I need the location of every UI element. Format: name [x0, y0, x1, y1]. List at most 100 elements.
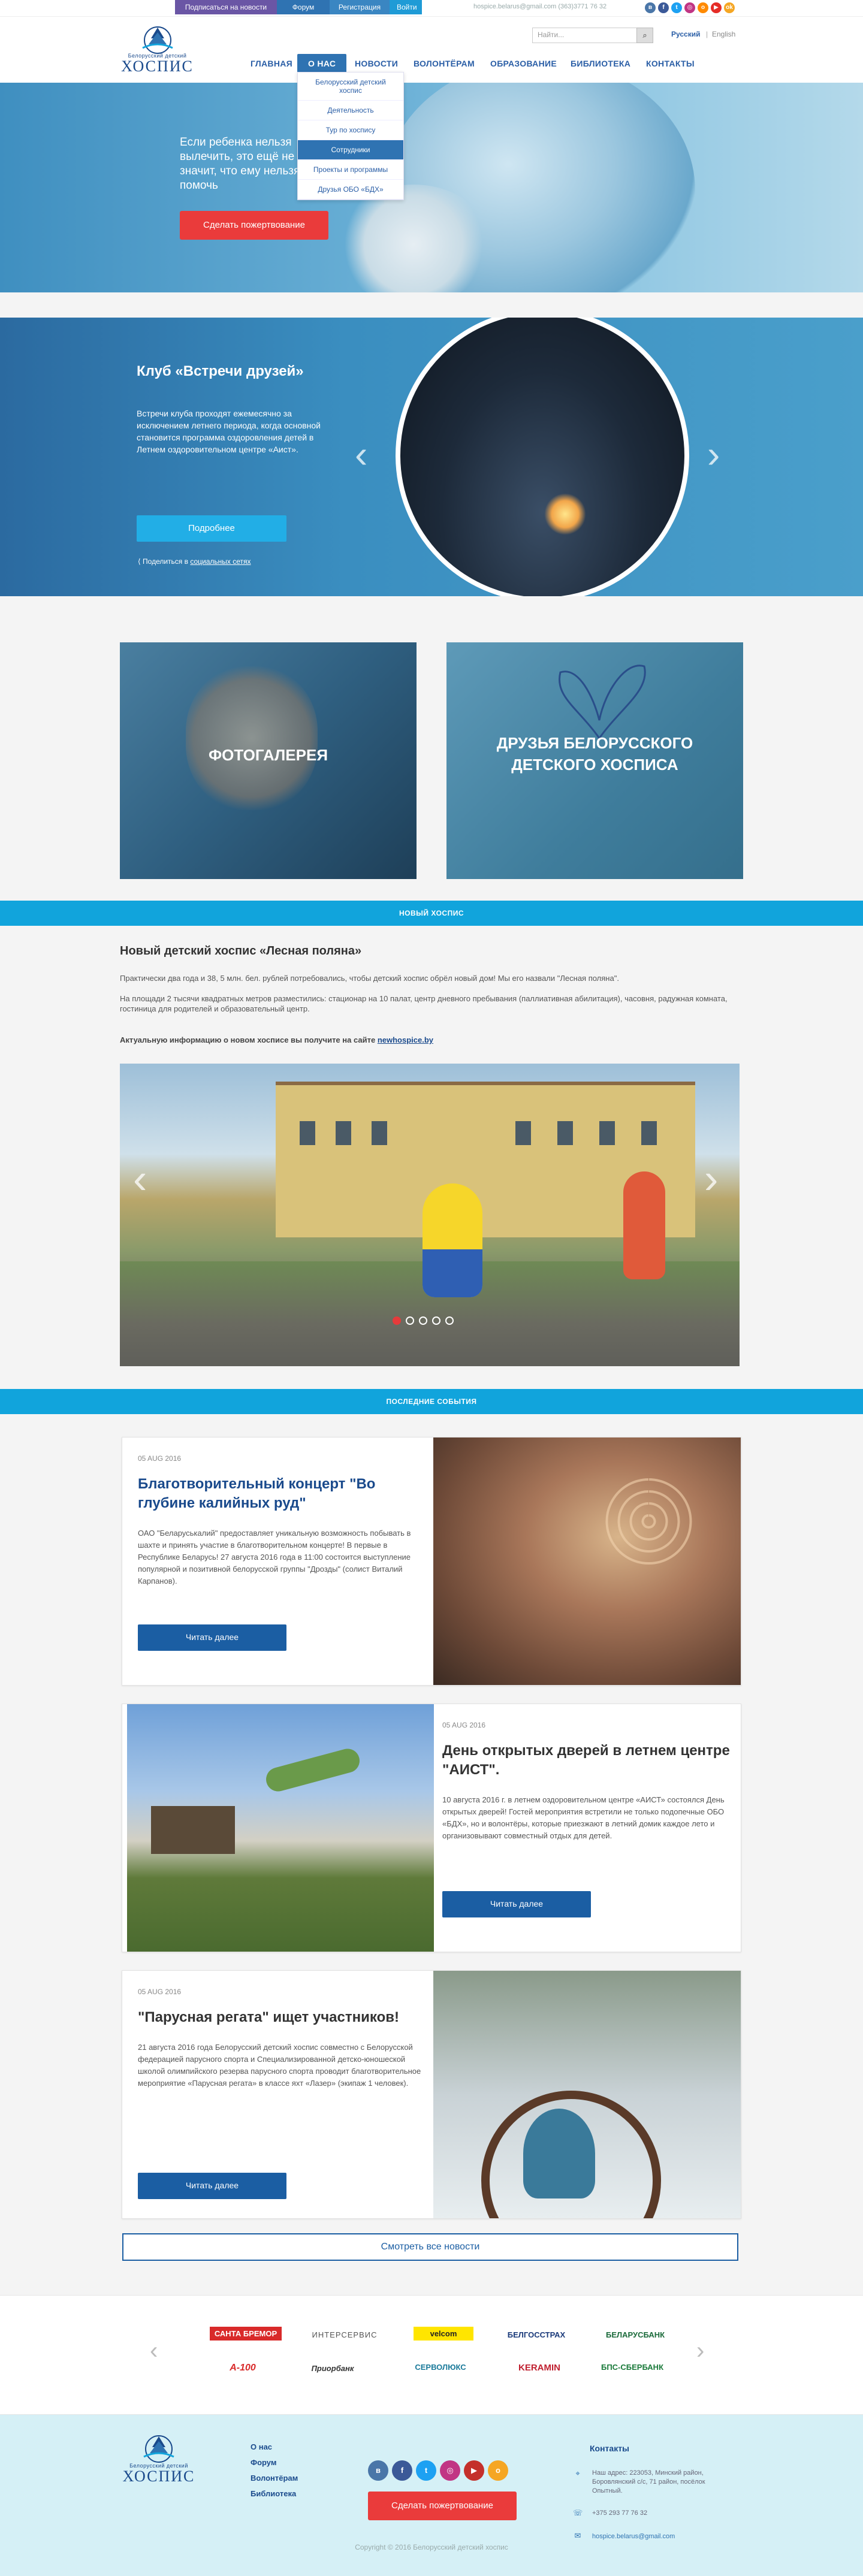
- club-more-button[interactable]: Подробнее: [137, 515, 286, 542]
- footer-link-library[interactable]: Библиотека: [251, 2489, 296, 2498]
- read-more-button[interactable]: Читать далее: [138, 2173, 286, 2199]
- butterfly-icon: [559, 665, 646, 739]
- dropdown-item-active[interactable]: Сотрудники: [298, 140, 403, 160]
- partners-next-icon[interactable]: ›: [696, 2338, 704, 2364]
- twitter-icon[interactable]: t: [671, 2, 682, 13]
- odnoklassniki-icon[interactable]: о: [488, 2460, 508, 2481]
- partner-logo[interactable]: Приорбанк: [300, 2364, 366, 2373]
- slider-dot[interactable]: [432, 1316, 440, 1325]
- lang-ru[interactable]: Русский: [671, 30, 701, 38]
- news-title[interactable]: День открытых дверей в летнем центре "АИ…: [442, 1741, 730, 1780]
- copyright: Copyright © 2016 Белорусский детский хос…: [355, 2543, 508, 2551]
- photo-prev-icon[interactable]: ‹: [133, 1158, 147, 1200]
- news-body: 21 августа 2016 года Белорусский детский…: [138, 2043, 421, 2088]
- news-title[interactable]: "Парусная регата" ищет участников!: [138, 2008, 426, 2027]
- vk-icon[interactable]: в: [645, 2, 656, 13]
- partner-logo[interactable]: СЕРВОЛЮКС: [402, 2363, 479, 2372]
- read-more-button[interactable]: Читать далее: [442, 1891, 591, 1917]
- slider-dot[interactable]: [393, 1316, 401, 1325]
- logo-emblem-icon: [143, 2435, 174, 2463]
- photogallery-label: Фотогалерея: [208, 746, 328, 764]
- slider-prev-icon[interactable]: ‹: [355, 435, 367, 473]
- facebook-icon[interactable]: f: [658, 2, 669, 13]
- phone-icon: ☏: [573, 2508, 583, 2517]
- footer-phone: +375 293 77 76 32: [592, 2509, 648, 2517]
- vk-icon[interactable]: в: [368, 2460, 388, 2481]
- dropdown-item[interactable]: Белорусский детский хоспис: [298, 73, 403, 101]
- nav-volunteers[interactable]: Волонтёрам: [414, 54, 475, 73]
- forum-link[interactable]: Форум: [277, 0, 330, 14]
- minion-costume: [423, 1183, 482, 1297]
- twitter-icon[interactable]: t: [416, 2460, 436, 2481]
- footer-logo[interactable]: Белорусский детский ХОСПИС: [120, 2433, 198, 2487]
- newhospice-site-line: Актуальную информацию о новом хосписе вы…: [120, 1035, 743, 1045]
- dropdown-item[interactable]: Тур по хоспису: [298, 120, 403, 140]
- footer-link-about[interactable]: О нас: [251, 2442, 272, 2451]
- site-logo[interactable]: Белорусский детский ХОСПИС: [120, 22, 195, 78]
- slider-dots: [393, 1316, 458, 1328]
- facebook-icon[interactable]: f: [392, 2460, 412, 2481]
- nav-contacts[interactable]: Контакты: [646, 54, 695, 73]
- newhospice-link[interactable]: newhospice.by: [378, 1035, 433, 1044]
- partners-prev-icon[interactable]: ‹: [150, 2338, 158, 2364]
- footer-email[interactable]: hospice.belarus@gmail.com: [592, 2532, 675, 2541]
- photo-next-icon[interactable]: ›: [704, 1158, 718, 1200]
- partner-logo[interactable]: KERAMIN: [503, 2363, 575, 2373]
- lang-en[interactable]: English: [712, 30, 735, 38]
- partner-logo[interactable]: ИНТЕРСЕРВИС: [306, 2330, 384, 2339]
- share-link[interactable]: социальных сетях: [190, 557, 251, 566]
- campfire-glow: [544, 493, 586, 535]
- instagram-icon[interactable]: ◎: [684, 2, 695, 13]
- partner-logo[interactable]: САНТА БРЕМОР: [210, 2327, 282, 2341]
- dropdown-item[interactable]: Проекты и программы: [298, 160, 403, 180]
- instagram-icon[interactable]: ◎: [440, 2460, 460, 2481]
- partner-logo[interactable]: A-100: [216, 2363, 270, 2373]
- club-photo: [396, 318, 689, 596]
- slider-dot[interactable]: [419, 1316, 427, 1325]
- news-card-text: 05 AUG 2016 Благотворительный концерт "В…: [138, 1454, 426, 1587]
- newhospice-title: Новый детский хоспис «Лесная поляна»: [120, 944, 362, 958]
- slider-dot[interactable]: [445, 1316, 454, 1325]
- youtube-icon[interactable]: ▶: [711, 2, 722, 13]
- partners-carousel: ‹ › САНТА БРЕМОР ИНТЕРСЕРВИС velcom БЕЛГ…: [0, 2295, 863, 2415]
- youtube-icon[interactable]: ▶: [464, 2460, 484, 2481]
- news-date: 05 AUG 2016: [138, 1988, 182, 1996]
- friends-tile[interactable]: Друзья белорусского детского хосписа: [446, 642, 743, 879]
- slider-next-icon[interactable]: ›: [707, 435, 720, 473]
- nav-library[interactable]: Библиотека: [571, 54, 630, 73]
- club-title: Клуб «Встречи друзей»: [137, 363, 304, 379]
- nav-about[interactable]: О нас: [297, 54, 347, 73]
- news-date: 05 AUG 2016: [138, 1454, 182, 1463]
- footer-donate-button[interactable]: Сделать пожертвование: [368, 2492, 517, 2520]
- news-body: 10 августа 2016 г. в летнем оздоровитель…: [442, 1795, 725, 1840]
- partner-logo[interactable]: velcom: [414, 2327, 473, 2341]
- news-title[interactable]: Благотворительный концерт "Во глубине ка…: [138, 1475, 426, 1513]
- register-link[interactable]: Регистрация: [330, 0, 390, 14]
- hero-donate-button[interactable]: Сделать пожертвование: [180, 211, 328, 240]
- dropdown-item[interactable]: Друзья ОБО «БДХ»: [298, 180, 403, 200]
- read-more-button[interactable]: Читать далее: [138, 1624, 286, 1651]
- ok-icon[interactable]: ok: [724, 2, 735, 13]
- odnoklassniki-icon[interactable]: о: [698, 2, 708, 13]
- nav-education[interactable]: Образование: [490, 54, 557, 73]
- slider-dot[interactable]: [406, 1316, 414, 1325]
- partner-logo[interactable]: БЕЛАРУСБАНК: [599, 2330, 671, 2339]
- photogallery-tile[interactable]: Фотогалерея: [120, 642, 417, 879]
- location-icon: ⌖: [575, 2469, 580, 2478]
- nav-news[interactable]: Новости: [355, 54, 398, 73]
- partner-logo[interactable]: БПС-СБЕРБАНК: [593, 2363, 671, 2372]
- login-link[interactable]: Войти: [390, 0, 422, 14]
- all-news-button[interactable]: Смотреть все новости: [122, 2233, 738, 2261]
- email-icon: ✉: [574, 2531, 581, 2540]
- partner-logo[interactable]: БЕЛГОССТРАХ: [497, 2330, 575, 2339]
- search-input[interactable]: Найти...: [532, 28, 641, 43]
- footer-link-volunteers[interactable]: Волонтёрам: [251, 2474, 298, 2483]
- news-image-camp: [127, 1704, 434, 1952]
- dropdown-item[interactable]: Деятельность: [298, 101, 403, 120]
- logo-title: ХОСПИС: [121, 58, 194, 75]
- nav-home[interactable]: Главная: [251, 54, 292, 73]
- top-contact: hospice.belarus@gmail.com (363)3771 76 3…: [473, 3, 607, 10]
- footer-link-forum[interactable]: Форум: [251, 2458, 276, 2467]
- search-icon[interactable]: ⌕: [636, 28, 653, 43]
- subscribe-link[interactable]: Подписаться на новости: [175, 0, 277, 14]
